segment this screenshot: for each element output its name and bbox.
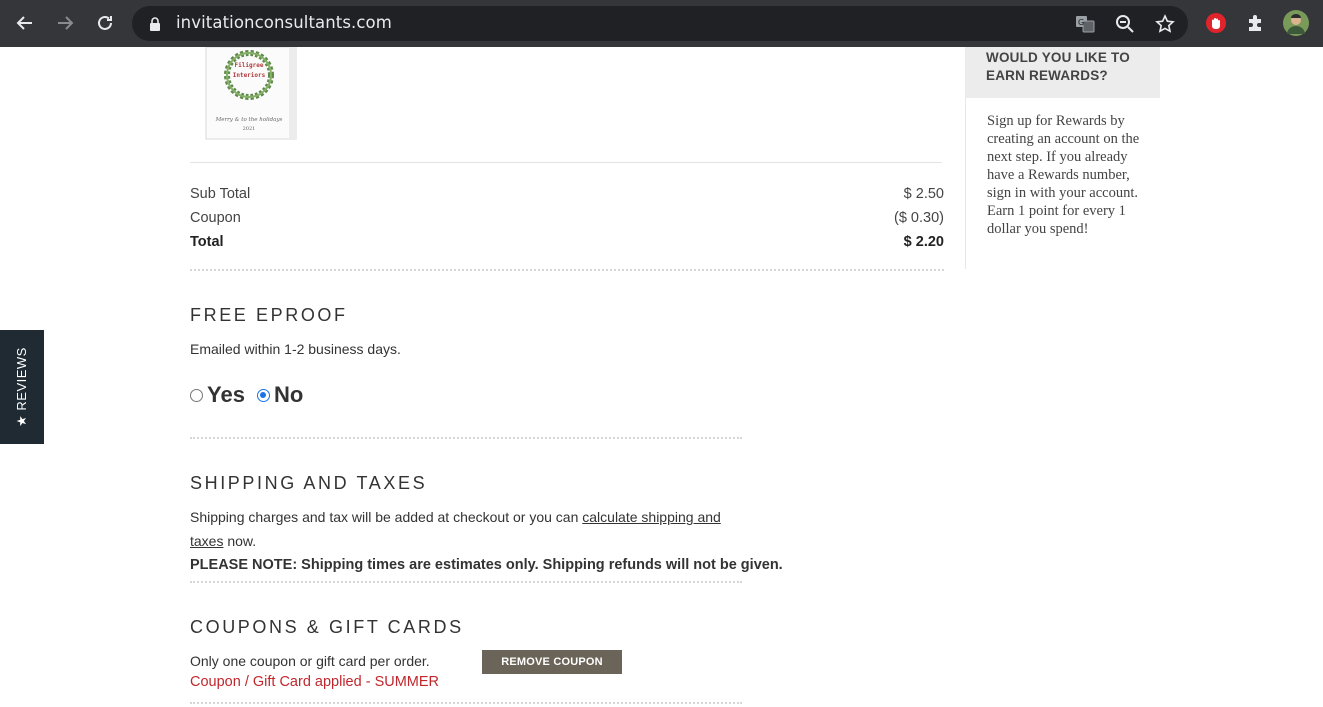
bookmark-star-icon[interactable] (1154, 13, 1176, 35)
eproof-yes-radio[interactable] (190, 388, 203, 402)
shipping-text-after: now. (223, 533, 257, 549)
dotted-divider (190, 702, 742, 704)
coupons-title: COUPONS & GIFT CARDS (190, 617, 464, 637)
subtotal-row: Sub Total $ 2.50 (190, 186, 944, 202)
reload-button[interactable] (90, 8, 120, 38)
subtotal-value: $ 2.50 (903, 186, 944, 202)
shipping-text-before: Shipping charges and tax will be added a… (190, 509, 583, 525)
shipping-note: PLEASE NOTE: Shipping times are estimate… (190, 553, 783, 577)
shipping-note-label: PLEASE NOTE: (190, 557, 298, 573)
url-text[interactable]: invitationconsultants.com (176, 13, 392, 32)
translate-icon[interactable]: G (1074, 13, 1096, 35)
rewards-heading: WOULD YOU LIKE TO EARN REWARDS? (986, 50, 1130, 83)
shipping-description: Shipping charges and tax will be added a… (190, 505, 730, 553)
zoom-out-icon[interactable] (1114, 13, 1136, 35)
total-row: Total $ 2.20 (190, 234, 944, 250)
lock-icon[interactable] (144, 13, 166, 35)
arrow-right-icon (58, 16, 74, 30)
total-value: $ 2.20 (903, 234, 944, 250)
rewards-body-text: Sign up for Rewards by creating an accou… (987, 113, 1140, 237)
reviews-tab-label: ★ REVIEWS (14, 347, 30, 427)
rewards-header: WOULD YOU LIKE TO EARN REWARDS? (965, 47, 1160, 98)
thumb-title-line2: Interiors (233, 72, 266, 79)
rewards-panel: Sign up for Rewards by creating an accou… (965, 98, 1160, 269)
coupon-row: Coupon ($ 0.30) (190, 210, 944, 226)
coupon-label: Coupon (190, 210, 241, 226)
total-label: Total (190, 234, 224, 250)
arrow-left-icon (16, 16, 32, 30)
dotted-divider (190, 269, 944, 271)
divider (190, 162, 942, 163)
reviews-tab[interactable]: ★ REVIEWS (0, 330, 44, 444)
eproof-no-radio[interactable] (256, 388, 270, 402)
thumb-year: 2021 (243, 126, 256, 132)
thumb-title-line1: Filigree (235, 62, 264, 69)
adblock-extension-icon[interactable] (1202, 9, 1230, 37)
back-button[interactable] (10, 8, 40, 38)
dotted-divider (190, 437, 742, 439)
dotted-divider (190, 581, 742, 583)
shipping-note-text: Shipping times are estimates only. Shipp… (297, 557, 783, 573)
eproof-no-label[interactable]: No (274, 382, 303, 408)
product-thumbnail: Filigree Interiors Merry & to the holida… (203, 46, 299, 141)
eproof-yes-label[interactable]: Yes (207, 382, 245, 408)
profile-avatar[interactable] (1282, 9, 1310, 37)
browser-toolbar: invitationconsultants.com G (0, 0, 1323, 47)
forward-button[interactable] (50, 8, 80, 38)
coupon-applied-text: Coupon / Gift Card applied - SUMMER (190, 674, 440, 690)
eproof-title: FREE EPROOF (190, 305, 348, 325)
coupon-value: ($ 0.30) (894, 210, 944, 226)
eproof-options: Yes No (190, 382, 303, 408)
extensions-puzzle-icon[interactable] (1242, 9, 1270, 37)
svg-text:G: G (1078, 18, 1084, 27)
address-bar[interactable]: invitationconsultants.com G (132, 6, 1188, 41)
shipping-title: SHIPPING AND TAXES (190, 473, 428, 493)
subtotal-label: Sub Total (190, 186, 251, 202)
eproof-description: Emailed within 1-2 business days. (190, 341, 401, 357)
reload-icon (98, 15, 112, 30)
thumb-script: Merry & to the holidays (215, 117, 283, 123)
coupons-description: Only one coupon or gift card per order. (190, 653, 430, 669)
remove-coupon-button[interactable]: REMOVE COUPON (482, 650, 622, 674)
